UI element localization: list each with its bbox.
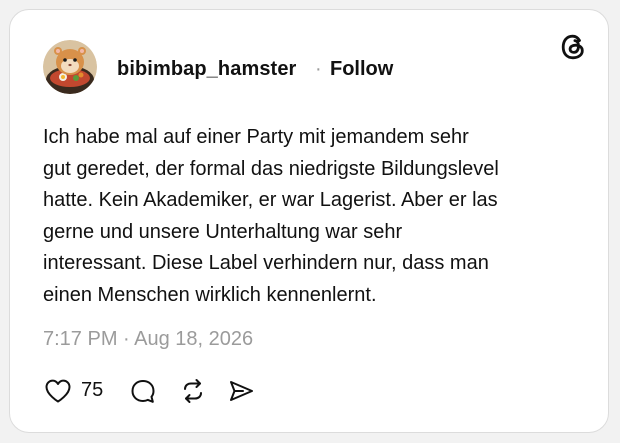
hamster-avatar-image [43,40,97,94]
post-text-line: hatte. Kein Akademiker, er war Lagerist.… [43,189,498,211]
post-text-line: Ich habe mal auf einer Party mit jemande… [43,126,469,148]
avatar[interactable] [43,40,97,94]
heart-icon[interactable] [43,377,73,405]
send-icon[interactable] [226,377,256,405]
repost-icon[interactable] [178,377,208,405]
follow-button[interactable]: Follow [330,58,393,81]
username[interactable]: bibimbap_hamster [117,58,296,81]
post-text: Ich habe mal auf einer Party mit jemande… [43,122,573,311]
post-card: bibimbap_hamster · Follow Ich habe mal a… [9,9,609,433]
post-timestamp: 7:17 PM · Aug 18, 2026 [43,328,254,350]
post-text-line: gerne und unsere Unterhaltung war sehr [43,220,403,243]
like-count: 75 [81,379,104,401]
post-text-line: interessant. Diese Label verhindern nur,… [43,252,489,274]
post-text-line: einen Menschen wirklich kennenlernt. [43,283,377,306]
header-separator: · [315,58,322,80]
comment-bubble-icon[interactable] [128,377,158,405]
threads-logo-icon[interactable] [558,32,588,62]
post-text-line: gut geredet, der formal das niedrigste B… [43,157,499,180]
